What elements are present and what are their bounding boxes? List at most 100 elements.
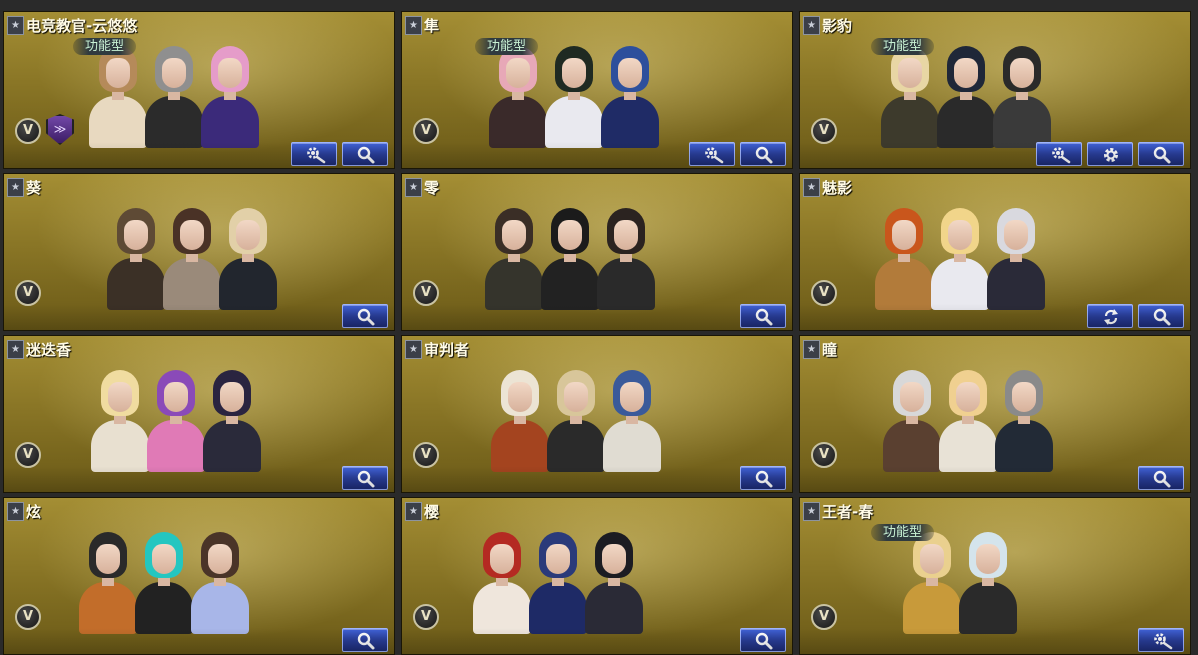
character-name: 炫 bbox=[26, 503, 42, 521]
character-card[interactable]: ★ 樱 V bbox=[401, 497, 793, 655]
magnifier-button[interactable] bbox=[740, 628, 786, 652]
character-name: 瞳 bbox=[822, 341, 838, 359]
character-portrait bbox=[873, 204, 935, 310]
favorite-star-icon[interactable]: ★ bbox=[405, 16, 422, 35]
character-portraits bbox=[77, 526, 251, 634]
character-portrait bbox=[77, 528, 139, 634]
character-card[interactable]: ★ 零 V bbox=[401, 173, 793, 331]
character-name: 迷迭香 bbox=[26, 341, 72, 359]
role-tag: 功能型 bbox=[871, 524, 935, 541]
magnifier-button[interactable] bbox=[740, 304, 786, 328]
favorite-star-icon[interactable]: ★ bbox=[405, 178, 422, 197]
character-portrait bbox=[991, 42, 1053, 148]
character-card[interactable]: ★ 瞳 V bbox=[799, 335, 1191, 493]
character-name: 樱 bbox=[424, 503, 440, 521]
character-card[interactable]: ★ 影豹 功能型 V bbox=[799, 11, 1191, 169]
character-portraits bbox=[881, 364, 1055, 472]
character-name: 葵 bbox=[26, 179, 42, 197]
character-card[interactable]: ★ 审判者 V bbox=[401, 335, 793, 493]
magnifier-button[interactable] bbox=[1138, 304, 1184, 328]
character-name: 电竞教官-云悠悠 bbox=[26, 17, 138, 35]
vip-v-icon: V bbox=[811, 604, 837, 630]
magnifier-button[interactable] bbox=[342, 628, 388, 652]
favorite-star-icon[interactable]: ★ bbox=[803, 502, 820, 521]
character-portrait bbox=[133, 528, 195, 634]
wrench-gear-button[interactable] bbox=[689, 142, 735, 166]
character-name: 王者-春 bbox=[822, 503, 874, 521]
card-actions bbox=[342, 304, 388, 328]
favorite-star-icon[interactable]: ★ bbox=[7, 502, 24, 521]
character-card[interactable]: ★ 葵 V bbox=[3, 173, 395, 331]
gear-button[interactable] bbox=[1087, 142, 1133, 166]
favorite-star-icon[interactable]: ★ bbox=[405, 502, 422, 521]
character-card[interactable]: ★ 王者-春功能型 V bbox=[799, 497, 1191, 655]
favorite-star-icon[interactable]: ★ bbox=[803, 16, 820, 35]
character-portrait bbox=[217, 204, 279, 310]
favorite-star-icon[interactable]: ★ bbox=[7, 340, 24, 359]
character-portrait bbox=[993, 366, 1055, 472]
vip-v-icon: V bbox=[413, 118, 439, 144]
character-name: 魅影 bbox=[822, 179, 853, 197]
character-card[interactable]: ★ 迷迭香 V bbox=[3, 335, 395, 493]
card-actions bbox=[291, 142, 388, 166]
character-card[interactable]: ★ 炫 V bbox=[3, 497, 395, 655]
character-portrait bbox=[483, 204, 545, 310]
character-portraits bbox=[87, 40, 261, 148]
wrench-gear-button[interactable] bbox=[1036, 142, 1082, 166]
favorite-star-icon[interactable]: ★ bbox=[7, 16, 24, 35]
vip-v-icon: V bbox=[413, 604, 439, 630]
magnifier-button[interactable] bbox=[1138, 466, 1184, 490]
card-actions bbox=[740, 628, 786, 652]
character-portrait bbox=[471, 528, 533, 634]
card-actions bbox=[1087, 304, 1184, 328]
vip-v-icon: V bbox=[15, 280, 41, 306]
vip-v-icon: V bbox=[15, 604, 41, 630]
character-portrait bbox=[487, 42, 549, 148]
favorite-star-icon[interactable]: ★ bbox=[405, 340, 422, 359]
card-actions bbox=[1138, 628, 1184, 652]
card-actions bbox=[689, 142, 786, 166]
character-portrait bbox=[89, 366, 151, 472]
magnifier-button[interactable] bbox=[1138, 142, 1184, 166]
character-portraits bbox=[471, 526, 645, 634]
magnifier-button[interactable] bbox=[342, 142, 388, 166]
favorite-star-icon[interactable]: ★ bbox=[7, 178, 24, 197]
character-portrait bbox=[881, 366, 943, 472]
character-portrait bbox=[545, 366, 607, 472]
character-portrait bbox=[189, 528, 251, 634]
character-card[interactable]: ★ 魅影 V bbox=[799, 173, 1191, 331]
card-actions bbox=[740, 466, 786, 490]
card-actions bbox=[1036, 142, 1184, 166]
character-portraits bbox=[483, 202, 657, 310]
wrench-gear-button[interactable] bbox=[291, 142, 337, 166]
role-tag: 功能型 bbox=[475, 38, 539, 55]
vip-v-icon: V bbox=[811, 118, 837, 144]
magnifier-button[interactable] bbox=[740, 142, 786, 166]
magnifier-button[interactable] bbox=[342, 466, 388, 490]
refresh-button[interactable] bbox=[1087, 304, 1133, 328]
rank-shield-icon: ≫ bbox=[46, 114, 74, 145]
wrench-gear-button[interactable] bbox=[1138, 628, 1184, 652]
favorite-star-icon[interactable]: ★ bbox=[803, 178, 820, 197]
character-portrait bbox=[929, 204, 991, 310]
favorite-star-icon[interactable]: ★ bbox=[803, 340, 820, 359]
role-tag: 功能型 bbox=[73, 38, 137, 55]
character-portrait bbox=[957, 528, 1019, 634]
character-name: 审判者 bbox=[424, 341, 470, 359]
character-name: 零 bbox=[424, 179, 440, 197]
character-card[interactable]: ★ 隼功能型 V bbox=[401, 11, 793, 169]
character-portrait bbox=[527, 528, 589, 634]
card-actions bbox=[342, 628, 388, 652]
character-portrait bbox=[937, 366, 999, 472]
magnifier-button[interactable] bbox=[342, 304, 388, 328]
character-portrait bbox=[161, 204, 223, 310]
character-portrait bbox=[985, 204, 1047, 310]
character-name: 影豹 bbox=[822, 17, 853, 35]
vip-v-icon: V bbox=[413, 442, 439, 468]
character-card[interactable]: ★ 电竞教官-云悠悠 功能型 V ≫ bbox=[3, 11, 395, 169]
character-portrait bbox=[595, 204, 657, 310]
character-portrait bbox=[145, 366, 207, 472]
magnifier-button[interactable] bbox=[740, 466, 786, 490]
character-portraits bbox=[879, 40, 1053, 148]
character-portrait bbox=[599, 42, 661, 148]
